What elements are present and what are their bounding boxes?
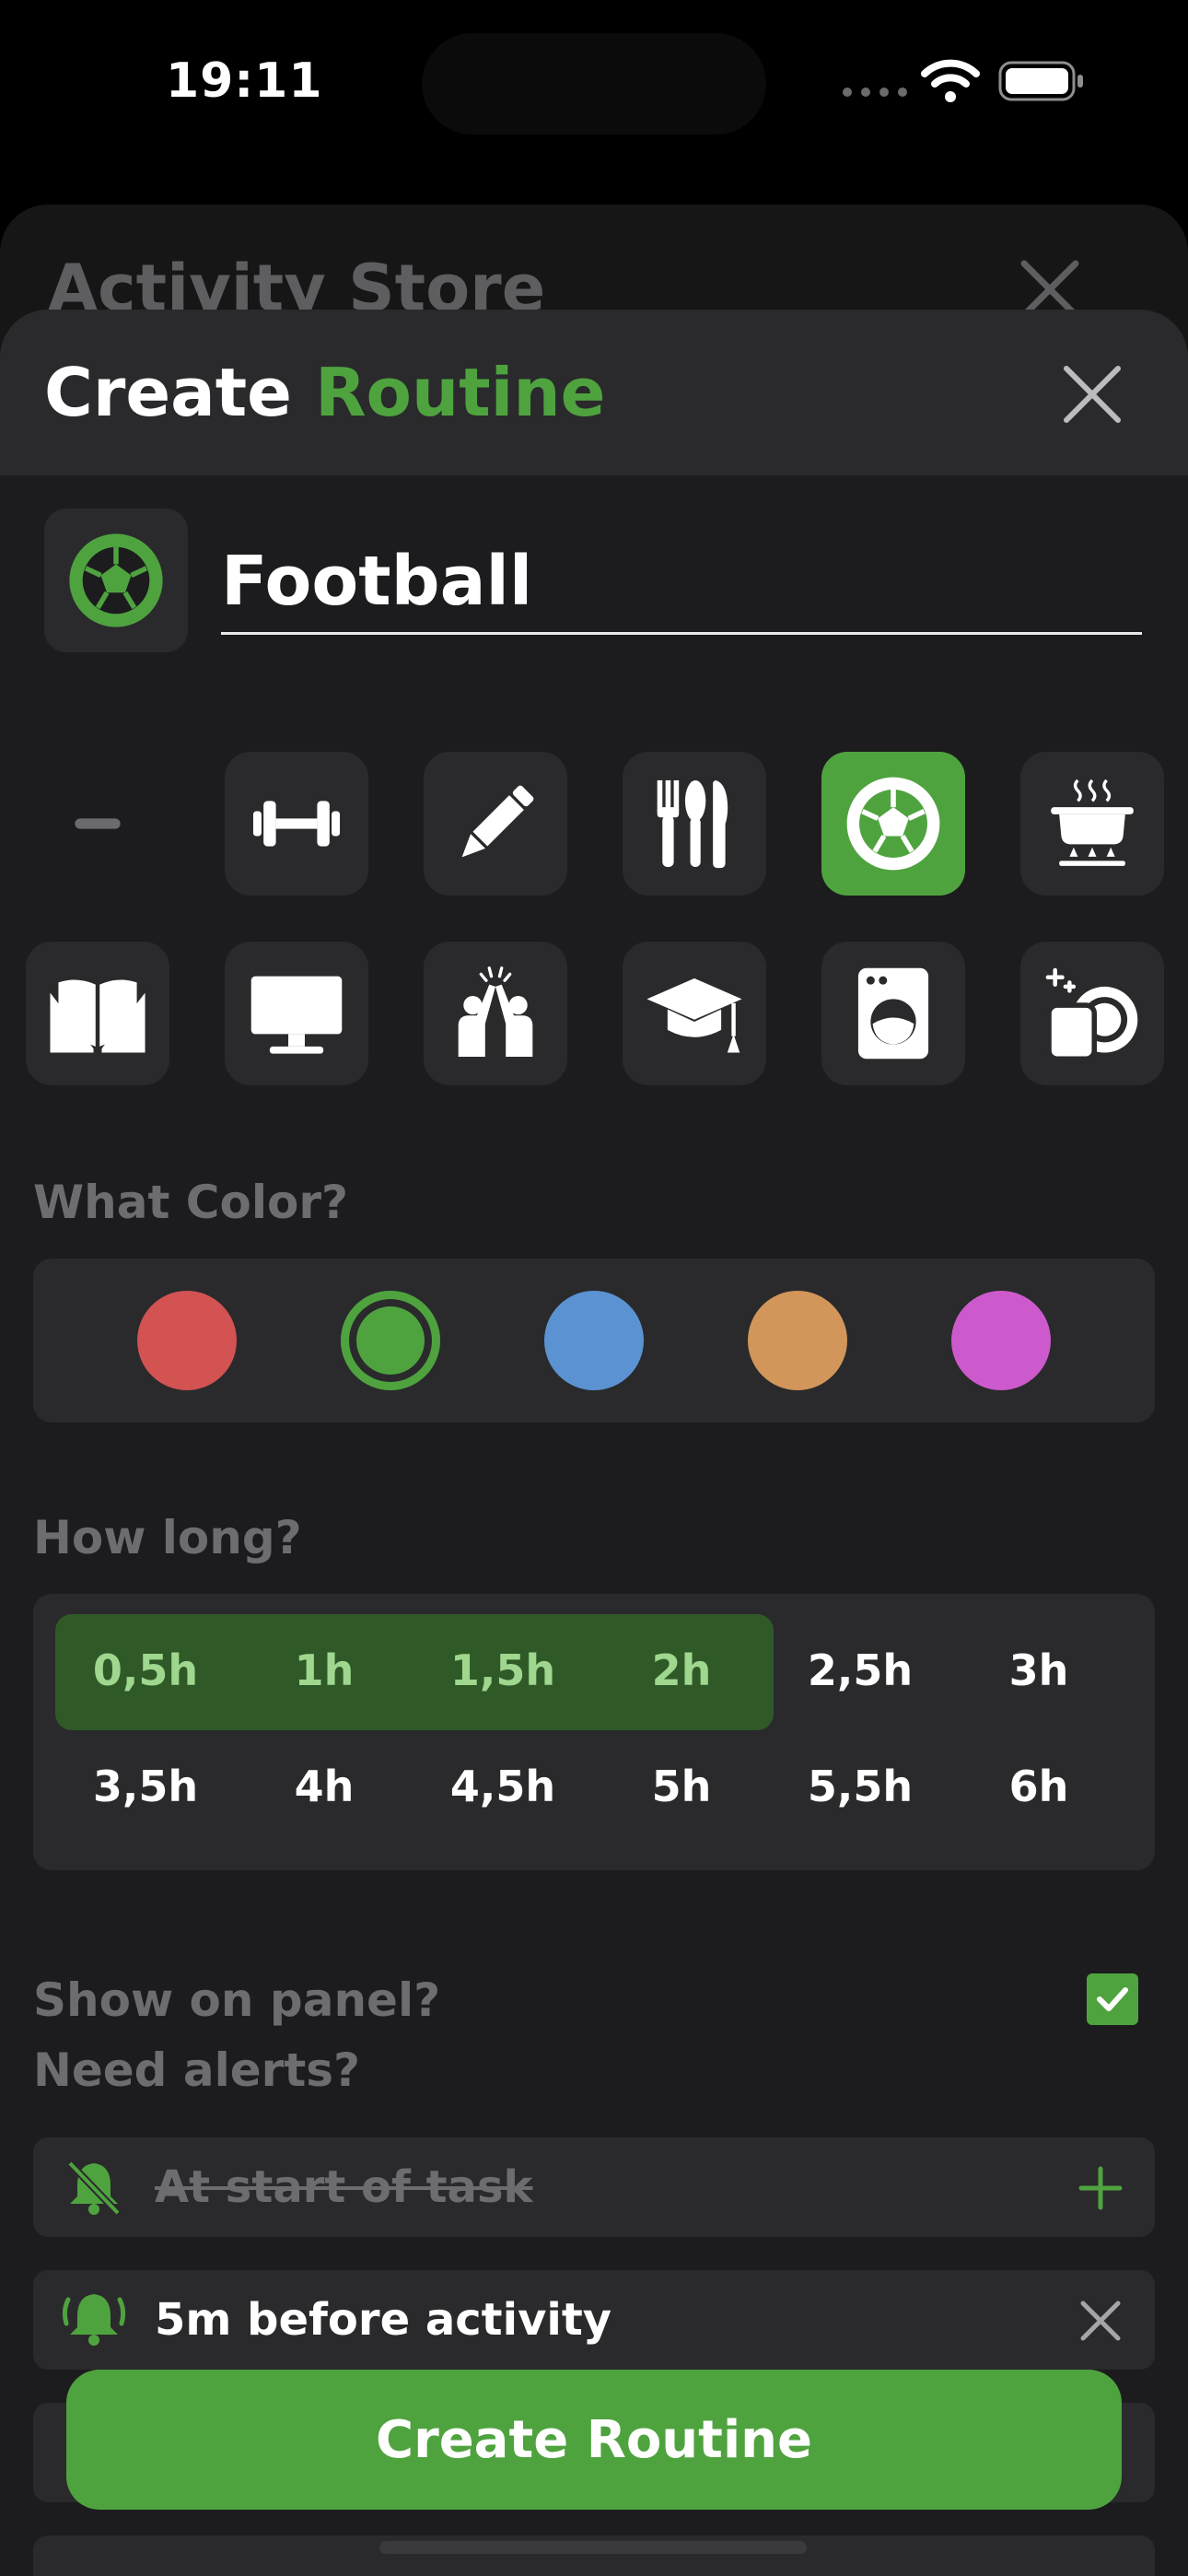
duration-option[interactable]: 4h [235,1762,413,1811]
dynamic-island [422,33,766,135]
routine-icon-preview [44,509,188,652]
create-routine-button[interactable]: Create Routine [66,2370,1122,2510]
dash-icon [75,818,121,829]
bell-off-icon [67,2160,121,2216]
create-routine-sheet: Create Routine Football What Color? How … [0,310,1188,2576]
monitor-icon [250,976,343,1054]
icon-option-cutlery[interactable] [623,752,766,896]
wifi-icon [921,59,980,102]
pencil-icon [461,785,534,858]
duration-option[interactable]: 3,5h [56,1762,235,1811]
washing-machine-icon [857,967,929,1060]
icon-option-graduation-cap[interactable] [623,942,766,1085]
show-on-panel-checkbox[interactable] [1087,1973,1138,2025]
dishes-icon [1045,967,1138,1062]
book-icon [50,979,146,1053]
soccer-ball-icon [846,777,940,871]
icon-option-washing-machine[interactable] [821,942,965,1085]
color-section-label: What Color? [33,1176,348,1229]
icon-option-book[interactable] [26,942,169,1085]
icon-option-monitor[interactable] [225,942,368,1085]
sheet-title-part2: Routine [315,354,606,431]
routine-name-input[interactable] [221,531,1142,635]
show-on-panel-label: Show on panel? [33,1973,441,2027]
status-time: 19:11 [166,53,323,109]
icon-option-pencil[interactable] [424,752,567,896]
cooking-pot-icon [1051,779,1134,866]
alert-text: At start of task [155,2161,533,2213]
icon-option-dumbbell[interactable] [225,752,368,896]
color-picker [33,1259,1155,1423]
alert-text: 5m before activity [155,2294,612,2346]
cutlery-icon [657,779,728,869]
icon-option-cooking-pot[interactable] [1020,752,1164,896]
icon-option-none[interactable] [26,752,169,896]
cellular-signal-icon [843,88,907,97]
duration-option[interactable]: 5h [592,1762,771,1811]
remove-alert-icon[interactable] [1079,2300,1122,2342]
duration-option[interactable]: 2h [592,1645,771,1695]
color-swatch-orange[interactable] [748,1291,847,1390]
sheet-title-part1: Create [44,354,293,431]
close-button[interactable] [1059,361,1125,427]
alerts-section-label: Need alerts? [33,2043,360,2097]
color-swatch-green[interactable] [341,1291,440,1390]
icon-option-high-five[interactable] [424,942,567,1085]
icon-option-dishes[interactable] [1020,942,1164,1085]
color-swatch-blue[interactable] [544,1291,644,1390]
duration-section-label: How long? [33,1511,302,1564]
home-indicator [379,2541,807,2554]
sheet-title: Create Routine [44,354,605,431]
duration-option[interactable]: 4,5h [413,1762,592,1811]
bell-ringing-icon [62,2294,126,2346]
duration-option[interactable]: 6h [949,1762,1128,1811]
dumbbell-icon [252,801,341,847]
graduation-cap-icon [646,978,742,1053]
alert-row[interactable]: At start of task [33,2137,1155,2237]
duration-option[interactable]: 3h [949,1645,1128,1695]
icon-option-soccer-ball[interactable] [821,752,965,896]
alert-row[interactable]: 5m before activity [33,2270,1155,2370]
battery-icon [998,61,1083,101]
duration-option[interactable]: 1,5h [413,1645,592,1695]
color-swatch-red[interactable] [137,1291,237,1390]
high-five-icon [458,966,533,1058]
duration-option[interactable]: 2,5h [771,1645,949,1695]
soccer-ball-icon [69,533,163,627]
checkmark-icon [1097,1987,1128,2011]
add-alert-icon[interactable] [1077,2165,1124,2211]
color-swatch-magenta[interactable] [951,1291,1051,1390]
duration-option[interactable]: 5,5h [771,1762,949,1811]
duration-option[interactable]: 0,5h [56,1645,235,1695]
duration-option[interactable]: 1h [235,1645,413,1695]
